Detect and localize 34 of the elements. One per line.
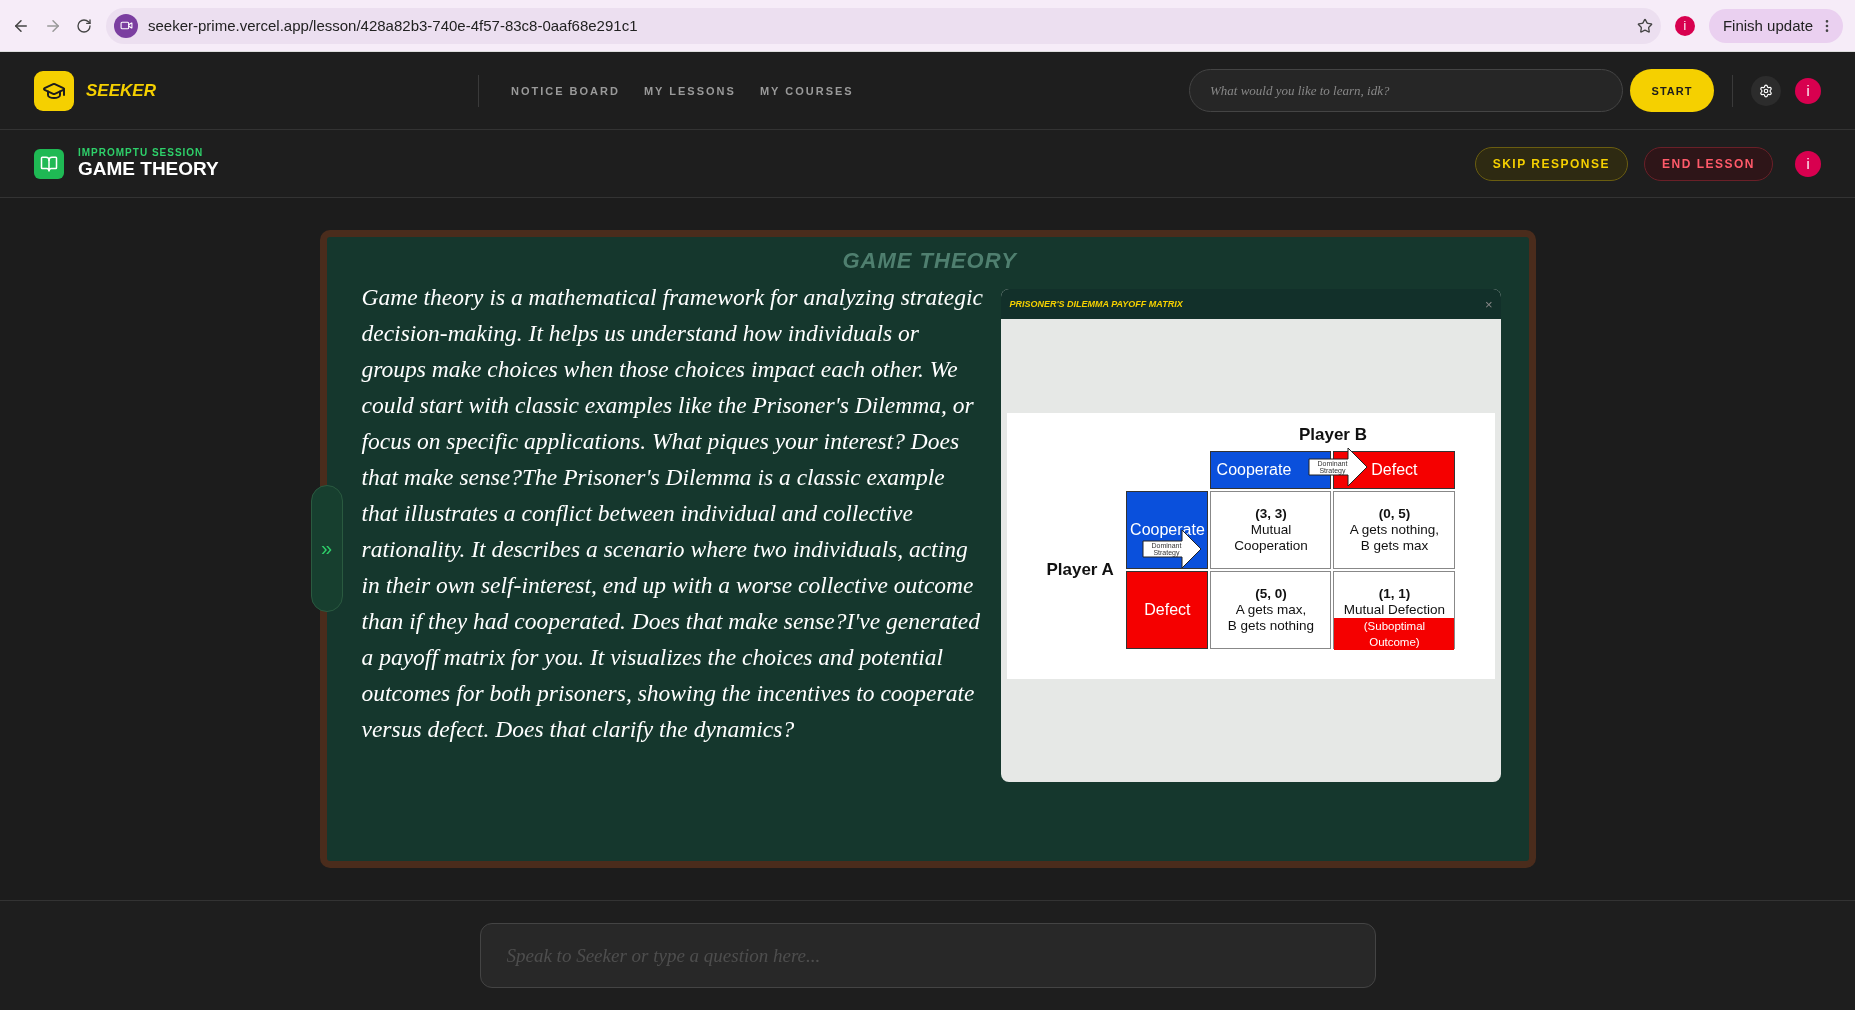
profile-avatar[interactable]: i <box>1795 150 1821 177</box>
profile-avatar[interactable]: i <box>1795 77 1821 104</box>
player-label: Player A <box>1046 559 1115 580</box>
end-lesson-button[interactable]: END LESSON <box>1644 146 1773 181</box>
session-label: IMPROMPTU SESSION <box>78 147 205 158</box>
reload-icon[interactable] <box>76 17 92 34</box>
watermark-title: GAME THEORY <box>842 249 1017 273</box>
matrix-cell: (0, 5) A gets nothing, B gets max <box>1333 490 1456 569</box>
matrix-cell: (3, 3) Mutual Cooperation <box>1210 490 1332 569</box>
matrix-cell: (1, 1) Mutual Defection (Suboptimal Outcome) <box>1333 570 1456 649</box>
skip-button[interactable]: SKIP RESPONSE <box>1474 146 1628 181</box>
video-icon <box>114 13 138 38</box>
graduation-cap-icon <box>34 70 74 111</box>
panel-title: PRISONER'S DILEMMA PAYOFF MATRIX <box>1009 299 1183 309</box>
nav-link[interactable]: MY COURSES <box>759 84 854 97</box>
logo-text: SEEKER <box>86 80 157 101</box>
update-button[interactable]: Finish update <box>1708 8 1843 43</box>
book-icon <box>34 148 64 179</box>
start-button[interactable]: START <box>1630 69 1714 112</box>
star-icon[interactable] <box>1636 17 1653 34</box>
arrow-icon <box>1308 446 1369 487</box>
lesson-title: GAME THEORY <box>78 158 219 180</box>
expand-toggle[interactable]: » <box>310 485 343 612</box>
matrix-cell: (5, 0) A gets max, B gets nothing <box>1210 570 1332 649</box>
nav-link[interactable]: NOTICE BOARD <box>511 84 620 97</box>
row-header: Defect <box>1126 570 1209 649</box>
player-label: Player B <box>1298 424 1367 445</box>
settings-icon[interactable] <box>1751 75 1781 106</box>
lesson-text: Game theory is a mathematical framework for analyzing strategic decision-making. It helps us understand how individuals or groups make choices when those choices impact each other. We could start with classic examples like the Prisoner's Dilemma, or focus on specific applications. What piques your interest? Does that make sense?The Prisoner's Dilemma is a classic example that illustrates a conflict between individual and collective rationality. It describes a scenario where two individuals, acting in their own self-interest, end up with a worse collective outcome than if they had cooperated. Does that make sense?I've generated a payoff matrix for you. It visualizes the choices and potential outcomes for both prisoners, showing the incentives to cooperate versus defect. Does that clarify the dynamics? <box>361 283 984 744</box>
address-bar[interactable]: seeker-prime.vercel.app/lesson/428a82b3-740e-4f57-83c8-0aaf68e291c1 <box>106 7 1661 44</box>
search-field[interactable]: What would you like to learn, idk? <box>1189 69 1623 112</box>
close-button[interactable]: × <box>1484 296 1493 312</box>
nav-link[interactable]: MY LESSONS <box>643 84 736 97</box>
profile-avatar[interactable]: i <box>1674 15 1695 36</box>
